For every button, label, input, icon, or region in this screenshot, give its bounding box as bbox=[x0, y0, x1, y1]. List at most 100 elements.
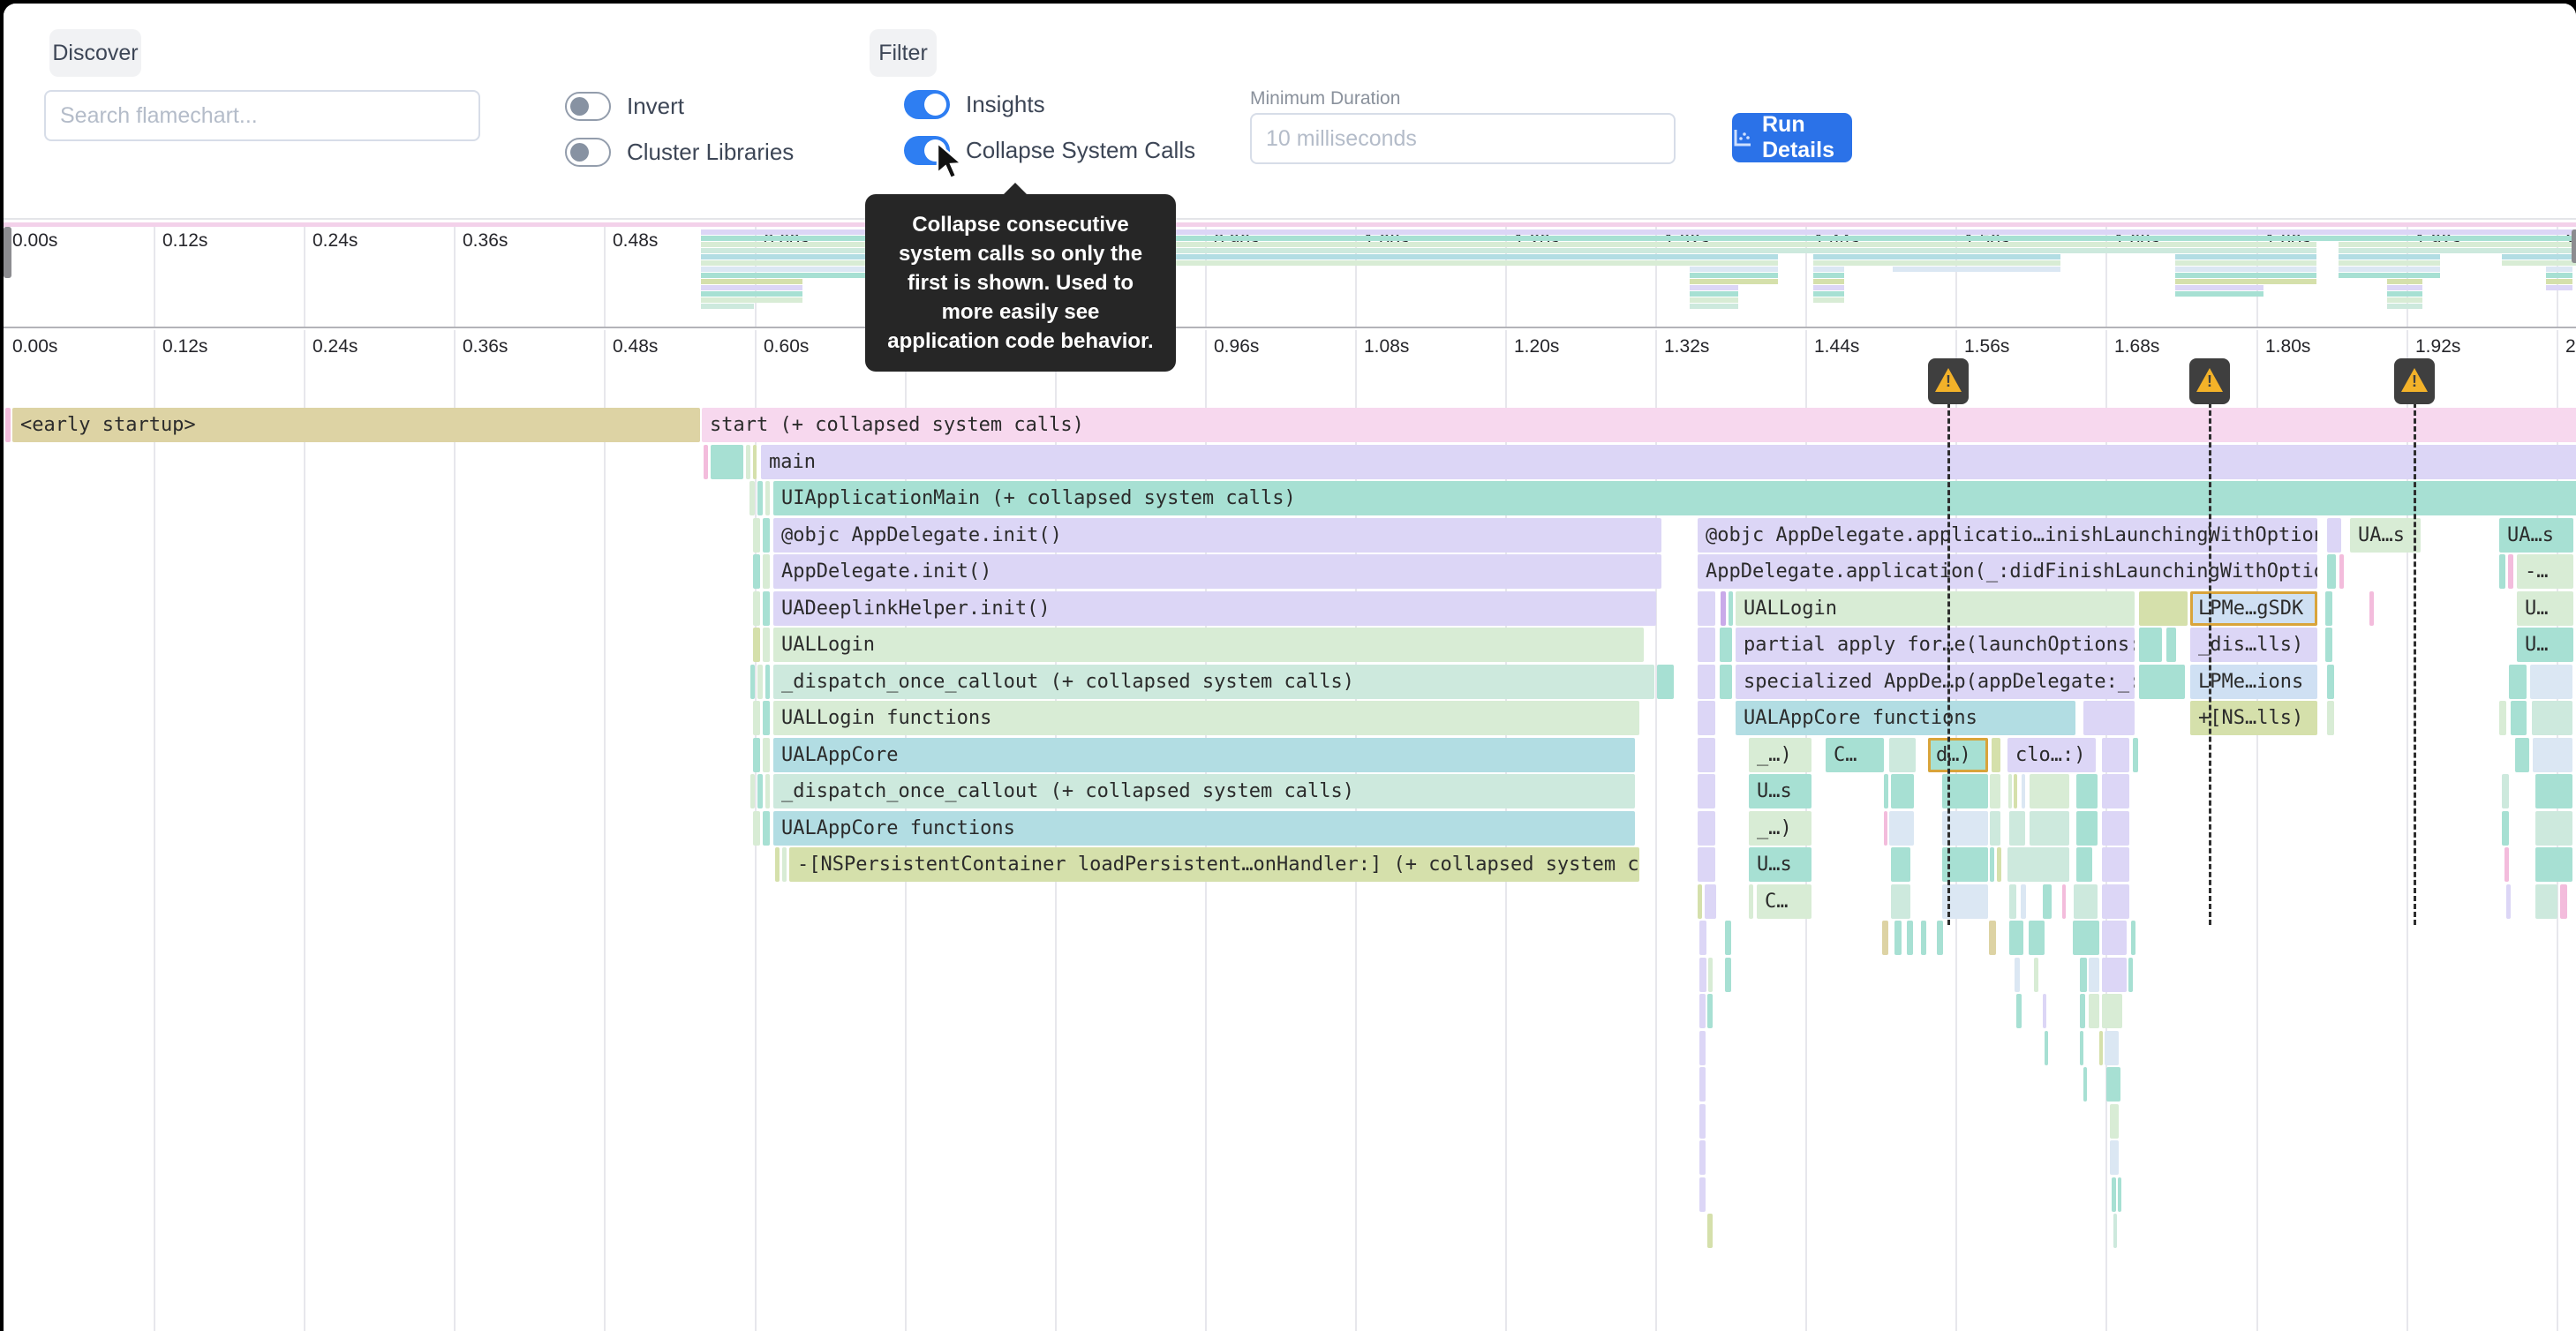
flame-bar[interactable] bbox=[753, 628, 760, 662]
flame-bar[interactable] bbox=[1725, 921, 1731, 955]
flame-bar[interactable] bbox=[749, 481, 755, 515]
flame-bar[interactable] bbox=[1990, 847, 1994, 882]
flame-bar[interactable] bbox=[2502, 811, 2509, 846]
flame-bar[interactable] bbox=[1698, 665, 1715, 699]
flame-bar[interactable] bbox=[1699, 1031, 1706, 1065]
insights-toggle[interactable] bbox=[904, 90, 950, 119]
flame-bar[interactable] bbox=[2535, 774, 2572, 808]
flame-bar[interactable] bbox=[2327, 665, 2334, 699]
flame-bar[interactable]: _…) bbox=[1749, 738, 1811, 772]
flame-bar[interactable] bbox=[1699, 1177, 1706, 1212]
flame-bar[interactable] bbox=[2030, 774, 2069, 808]
flame-bar[interactable] bbox=[1698, 738, 1715, 772]
flame-bar[interactable] bbox=[746, 445, 750, 479]
flame-bar[interactable] bbox=[2016, 994, 2022, 1028]
flame-bar[interactable] bbox=[1657, 665, 1674, 699]
flame-bar[interactable] bbox=[1699, 921, 1706, 955]
flame-bar[interactable] bbox=[2166, 628, 2176, 662]
flame-bar[interactable] bbox=[757, 481, 763, 515]
flame-bar[interactable] bbox=[757, 774, 763, 808]
cluster-libraries-toggle[interactable] bbox=[565, 138, 611, 167]
flame-bar[interactable]: UIApplicationMain (+ collapsed system ca… bbox=[773, 481, 2576, 515]
flame-bar[interactable]: clo…:) bbox=[2007, 738, 2096, 772]
flame-bar[interactable] bbox=[2080, 994, 2085, 1028]
flame-bar[interactable]: AppDelegate.init() bbox=[773, 554, 1661, 589]
flame-bar[interactable] bbox=[753, 518, 760, 553]
flame-bar[interactable]: U… bbox=[2517, 628, 2573, 662]
flame-bar[interactable] bbox=[765, 774, 770, 808]
flame-bar[interactable] bbox=[763, 518, 770, 553]
flame-bar[interactable] bbox=[2074, 884, 2098, 919]
flame-bar[interactable]: @objc AppDelegate.applicatio…inishLaunch… bbox=[1698, 518, 2317, 553]
flame-bar[interactable] bbox=[2339, 554, 2344, 589]
flame-bar[interactable] bbox=[1698, 774, 1715, 808]
flame-bar[interactable] bbox=[2327, 554, 2336, 589]
warning-icon[interactable]: ! bbox=[2394, 358, 2435, 404]
flame-bar[interactable] bbox=[2325, 591, 2332, 626]
flame-bar[interactable] bbox=[2133, 738, 2138, 772]
flame-bar[interactable] bbox=[1698, 591, 1715, 626]
flame-bar[interactable] bbox=[1699, 994, 1706, 1028]
flame-bar[interactable] bbox=[2502, 774, 2509, 808]
flame-bar[interactable] bbox=[1699, 1104, 1706, 1139]
flame-bar[interactable] bbox=[1891, 884, 1910, 919]
flame-bar[interactable] bbox=[2007, 847, 2069, 882]
flame-bar[interactable] bbox=[2009, 884, 2016, 919]
flame-bar[interactable] bbox=[2073, 921, 2099, 955]
flame-bar[interactable] bbox=[753, 811, 760, 846]
flame-bar[interactable] bbox=[2089, 958, 2099, 992]
flame-bar[interactable] bbox=[1707, 1214, 1713, 1248]
flame-bar[interactable] bbox=[2062, 884, 2066, 919]
flame-bar[interactable] bbox=[1989, 921, 1996, 955]
flame-bar[interactable] bbox=[2102, 884, 2129, 919]
flame-bar[interactable] bbox=[2139, 591, 2188, 626]
flame-bar[interactable] bbox=[750, 774, 755, 808]
flame-bar[interactable] bbox=[5, 408, 11, 442]
flame-bar[interactable]: -… bbox=[2517, 554, 2573, 589]
flame-bar[interactable] bbox=[2099, 1031, 2103, 1065]
flame-bar[interactable] bbox=[2102, 958, 2127, 992]
flame-bar[interactable] bbox=[1992, 738, 2000, 772]
flame-bar[interactable] bbox=[1708, 958, 1713, 992]
flame-bar[interactable] bbox=[2499, 554, 2505, 589]
flame-bar[interactable] bbox=[1707, 994, 1713, 1028]
flame-bar[interactable] bbox=[1891, 774, 1914, 808]
flame-bar[interactable]: AppDelegate.application(_:didFinishLaunc… bbox=[1698, 554, 2317, 589]
flame-bar[interactable] bbox=[2515, 738, 2529, 772]
flame-bar[interactable]: UADeeplinkHelper.init() bbox=[773, 591, 1656, 626]
flame-bar[interactable] bbox=[1921, 921, 1926, 955]
invert-toggle[interactable] bbox=[565, 92, 611, 121]
flame-bar[interactable] bbox=[2080, 1031, 2083, 1065]
discover-button[interactable]: Discover bbox=[49, 29, 141, 77]
flame-bar[interactable] bbox=[753, 738, 760, 772]
flame-bar[interactable] bbox=[763, 554, 770, 589]
flame-bar[interactable]: UALLogin bbox=[1736, 591, 2135, 626]
flame-bar[interactable]: UALLogin functions bbox=[773, 701, 1639, 735]
minimum-duration-input[interactable] bbox=[1250, 113, 1676, 164]
flame-bar[interactable] bbox=[1729, 591, 1733, 626]
flame-bar[interactable] bbox=[2022, 774, 2025, 808]
flame-bar[interactable]: UALAppCore bbox=[773, 738, 1635, 772]
flame-bar[interactable] bbox=[1990, 811, 2000, 846]
flame-bar[interactable] bbox=[2369, 591, 2374, 626]
flame-bar[interactable] bbox=[753, 591, 760, 626]
flame-bar[interactable] bbox=[1721, 591, 1726, 626]
flame-bar[interactable] bbox=[1997, 847, 2001, 882]
flame-bar[interactable]: U…s bbox=[1749, 847, 1811, 882]
flame-bar[interactable] bbox=[763, 811, 770, 846]
flame-bar[interactable] bbox=[775, 847, 780, 882]
flame-bar[interactable] bbox=[757, 665, 763, 699]
flame-bar[interactable] bbox=[2102, 847, 2129, 882]
flame-bar[interactable] bbox=[1720, 665, 1732, 699]
flame-bar[interactable] bbox=[1720, 628, 1732, 662]
flame-bar[interactable]: -[NSPersistentContainer loadPersistent…o… bbox=[789, 847, 1639, 882]
flame-bar[interactable]: @objc AppDelegate.init() bbox=[773, 518, 1661, 553]
flame-bar[interactable] bbox=[2535, 847, 2572, 882]
flame-bar[interactable] bbox=[2102, 921, 2127, 955]
minimap-right-handle[interactable] bbox=[2572, 229, 2576, 263]
flame-bar[interactable]: UA…s bbox=[2499, 518, 2573, 553]
flame-bar[interactable] bbox=[2043, 994, 2046, 1028]
flame-bar[interactable] bbox=[1937, 921, 1943, 955]
flame-bar[interactable] bbox=[2089, 994, 2099, 1028]
flame-bar[interactable] bbox=[2102, 994, 2122, 1028]
